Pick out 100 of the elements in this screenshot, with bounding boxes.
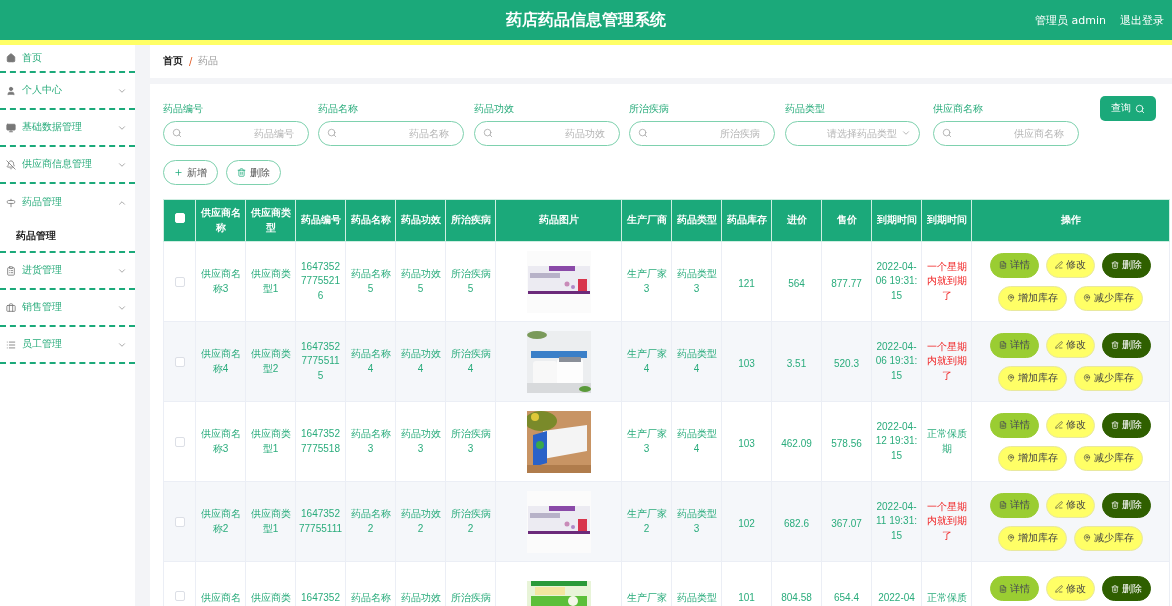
stock-button[interactable]: 减少库存 bbox=[1074, 525, 1143, 551]
expiry-status: 正常保质 bbox=[926, 591, 967, 605]
search-field[interactable]: 供应商名称 bbox=[933, 121, 1079, 146]
table-cell-text: 804.58 bbox=[781, 591, 812, 605]
button-icon bbox=[1083, 374, 1091, 382]
button-icon bbox=[999, 584, 1007, 593]
submenu-item[interactable]: 药品管理 bbox=[0, 221, 135, 253]
edit-button[interactable]: 修改 bbox=[1046, 412, 1095, 438]
edit-button[interactable]: 修改 bbox=[1046, 576, 1095, 601]
stock-button[interactable]: 减少库存 bbox=[1074, 285, 1143, 311]
add-button[interactable]: 新增 bbox=[163, 160, 218, 185]
column-header: 进价 bbox=[771, 199, 822, 242]
table-cell-text: 103 bbox=[738, 436, 755, 451]
stock-button[interactable]: 减少库存 bbox=[1074, 445, 1143, 471]
column-header: 生产厂商 bbox=[621, 199, 672, 242]
table-cell-text: 3.51 bbox=[786, 356, 807, 371]
table-cell: 164735277755111 bbox=[299, 507, 342, 536]
table-cell-text: 2022-04 bbox=[878, 591, 915, 605]
search-field[interactable]: 所治疾病 bbox=[629, 121, 775, 146]
delete-button[interactable]: 删除 bbox=[1102, 252, 1151, 278]
button-icon bbox=[1007, 374, 1015, 382]
details-button[interactable]: 详情 bbox=[990, 332, 1039, 358]
table-cell-text: 101 bbox=[738, 591, 755, 605]
row-checkbox[interactable] bbox=[174, 517, 185, 527]
delete-button[interactable]: 删除 bbox=[1102, 412, 1151, 438]
search-field[interactable]: 药品名称 bbox=[318, 121, 464, 146]
table-cell-text: 2022-04-12 19:31:15 bbox=[875, 419, 918, 463]
button-icon bbox=[1111, 501, 1119, 509]
table-cell-text: 520.3 bbox=[834, 356, 859, 371]
menu-icon bbox=[6, 339, 16, 350]
edit-button[interactable]: 修改 bbox=[1046, 332, 1095, 358]
table-cell: 生产厂家4 bbox=[625, 347, 668, 376]
table-cell: 供应商名称4 bbox=[199, 347, 242, 376]
table-cell: 所治疾病4 bbox=[449, 347, 492, 376]
button-icon bbox=[1055, 421, 1063, 429]
table-cell: 供应商类型1 bbox=[249, 507, 292, 536]
table-cell: 所治疾病5 bbox=[449, 267, 492, 296]
table-cell-text: 367.07 bbox=[831, 516, 862, 531]
button-icon bbox=[999, 501, 1007, 509]
expiry-status: 一个星期内就到期了 bbox=[925, 259, 968, 303]
stock-button[interactable]: 增加库存 bbox=[998, 525, 1067, 551]
user-label: 管理员 admin bbox=[1035, 12, 1106, 28]
table-cell-text: 16473527775518 bbox=[300, 427, 341, 456]
edit-button[interactable]: 修改 bbox=[1046, 492, 1095, 518]
breadcrumb-separator: / bbox=[189, 56, 193, 67]
row-checkbox[interactable] bbox=[174, 277, 185, 287]
edit-button[interactable]: 修改 bbox=[1046, 252, 1095, 278]
delete-button[interactable]: 删除 bbox=[226, 160, 281, 185]
table-cell-text: 102 bbox=[738, 516, 755, 531]
column-header: 药品名称 bbox=[345, 199, 396, 242]
row-checkbox[interactable] bbox=[174, 437, 185, 447]
table-cell: 供应商类型1 bbox=[249, 267, 292, 296]
row-checkbox[interactable] bbox=[174, 357, 185, 367]
button-icon bbox=[1111, 421, 1119, 429]
details-button[interactable]: 详情 bbox=[990, 576, 1039, 601]
button-icon bbox=[1083, 534, 1091, 542]
table-cell: 药品名称2 bbox=[349, 507, 392, 536]
details-button[interactable]: 详情 bbox=[990, 252, 1039, 278]
search-field[interactable]: 药品编号 bbox=[163, 121, 309, 146]
table-cell: 药品类型3 bbox=[675, 267, 718, 296]
stock-button[interactable]: 增加库存 bbox=[998, 365, 1067, 391]
table-cell: 生产厂家3 bbox=[625, 427, 668, 456]
table-cell: 所治疾病2 bbox=[449, 507, 492, 536]
menu-icon bbox=[6, 302, 16, 313]
column-header: 到期时间 bbox=[871, 199, 922, 242]
delete-button[interactable]: 删除 bbox=[1102, 576, 1151, 601]
stock-button[interactable]: 减少库存 bbox=[1074, 365, 1143, 391]
select-all-checkbox[interactable] bbox=[174, 213, 185, 224]
table-cell-text: 生产厂家 bbox=[626, 591, 667, 605]
table-cell: 供应商名称2 bbox=[199, 507, 242, 536]
button-icon bbox=[1055, 341, 1063, 349]
button-icon bbox=[1083, 454, 1091, 462]
button-icon bbox=[1111, 584, 1119, 593]
table-cell-text: 103 bbox=[738, 356, 755, 371]
column-header: 售价 bbox=[821, 199, 872, 242]
details-button[interactable]: 详情 bbox=[990, 492, 1039, 518]
table-cell: 生产厂家2 bbox=[625, 507, 668, 536]
breadcrumb-link[interactable]: 首页 bbox=[163, 55, 183, 68]
search-field[interactable]: 药品功效 bbox=[474, 121, 620, 146]
column-header: 到期时间 bbox=[921, 199, 972, 242]
table-cell-text: 供应商名 bbox=[200, 591, 241, 605]
field-label: 药品功效 bbox=[474, 103, 515, 116]
table-cell: 供应商类型2 bbox=[249, 347, 292, 376]
row-checkbox[interactable] bbox=[174, 591, 185, 601]
delete-button[interactable]: 删除 bbox=[1102, 492, 1151, 518]
delete-button[interactable]: 删除 bbox=[1102, 332, 1151, 358]
type-select[interactable]: 请选择药品类型 bbox=[785, 121, 920, 146]
stock-button[interactable]: 增加库存 bbox=[998, 445, 1067, 471]
table-cell: 生产厂家3 bbox=[625, 267, 668, 296]
table-cell-text: 药品类型 bbox=[676, 591, 717, 605]
table-cell-text: 164735277755216 bbox=[300, 259, 341, 303]
menu-icon bbox=[6, 197, 16, 208]
table-cell: 所治疾病3 bbox=[449, 427, 492, 456]
details-button[interactable]: 详情 bbox=[990, 412, 1039, 438]
button-icon bbox=[1007, 534, 1015, 542]
table-cell-text: 164735277755115 bbox=[300, 339, 341, 383]
table-cell-text: 564 bbox=[788, 276, 805, 291]
table-cell: 供应商类型1 bbox=[249, 427, 292, 456]
stock-button[interactable]: 增加库存 bbox=[998, 285, 1067, 311]
table-cell-text: 所治疾病 bbox=[450, 591, 491, 605]
